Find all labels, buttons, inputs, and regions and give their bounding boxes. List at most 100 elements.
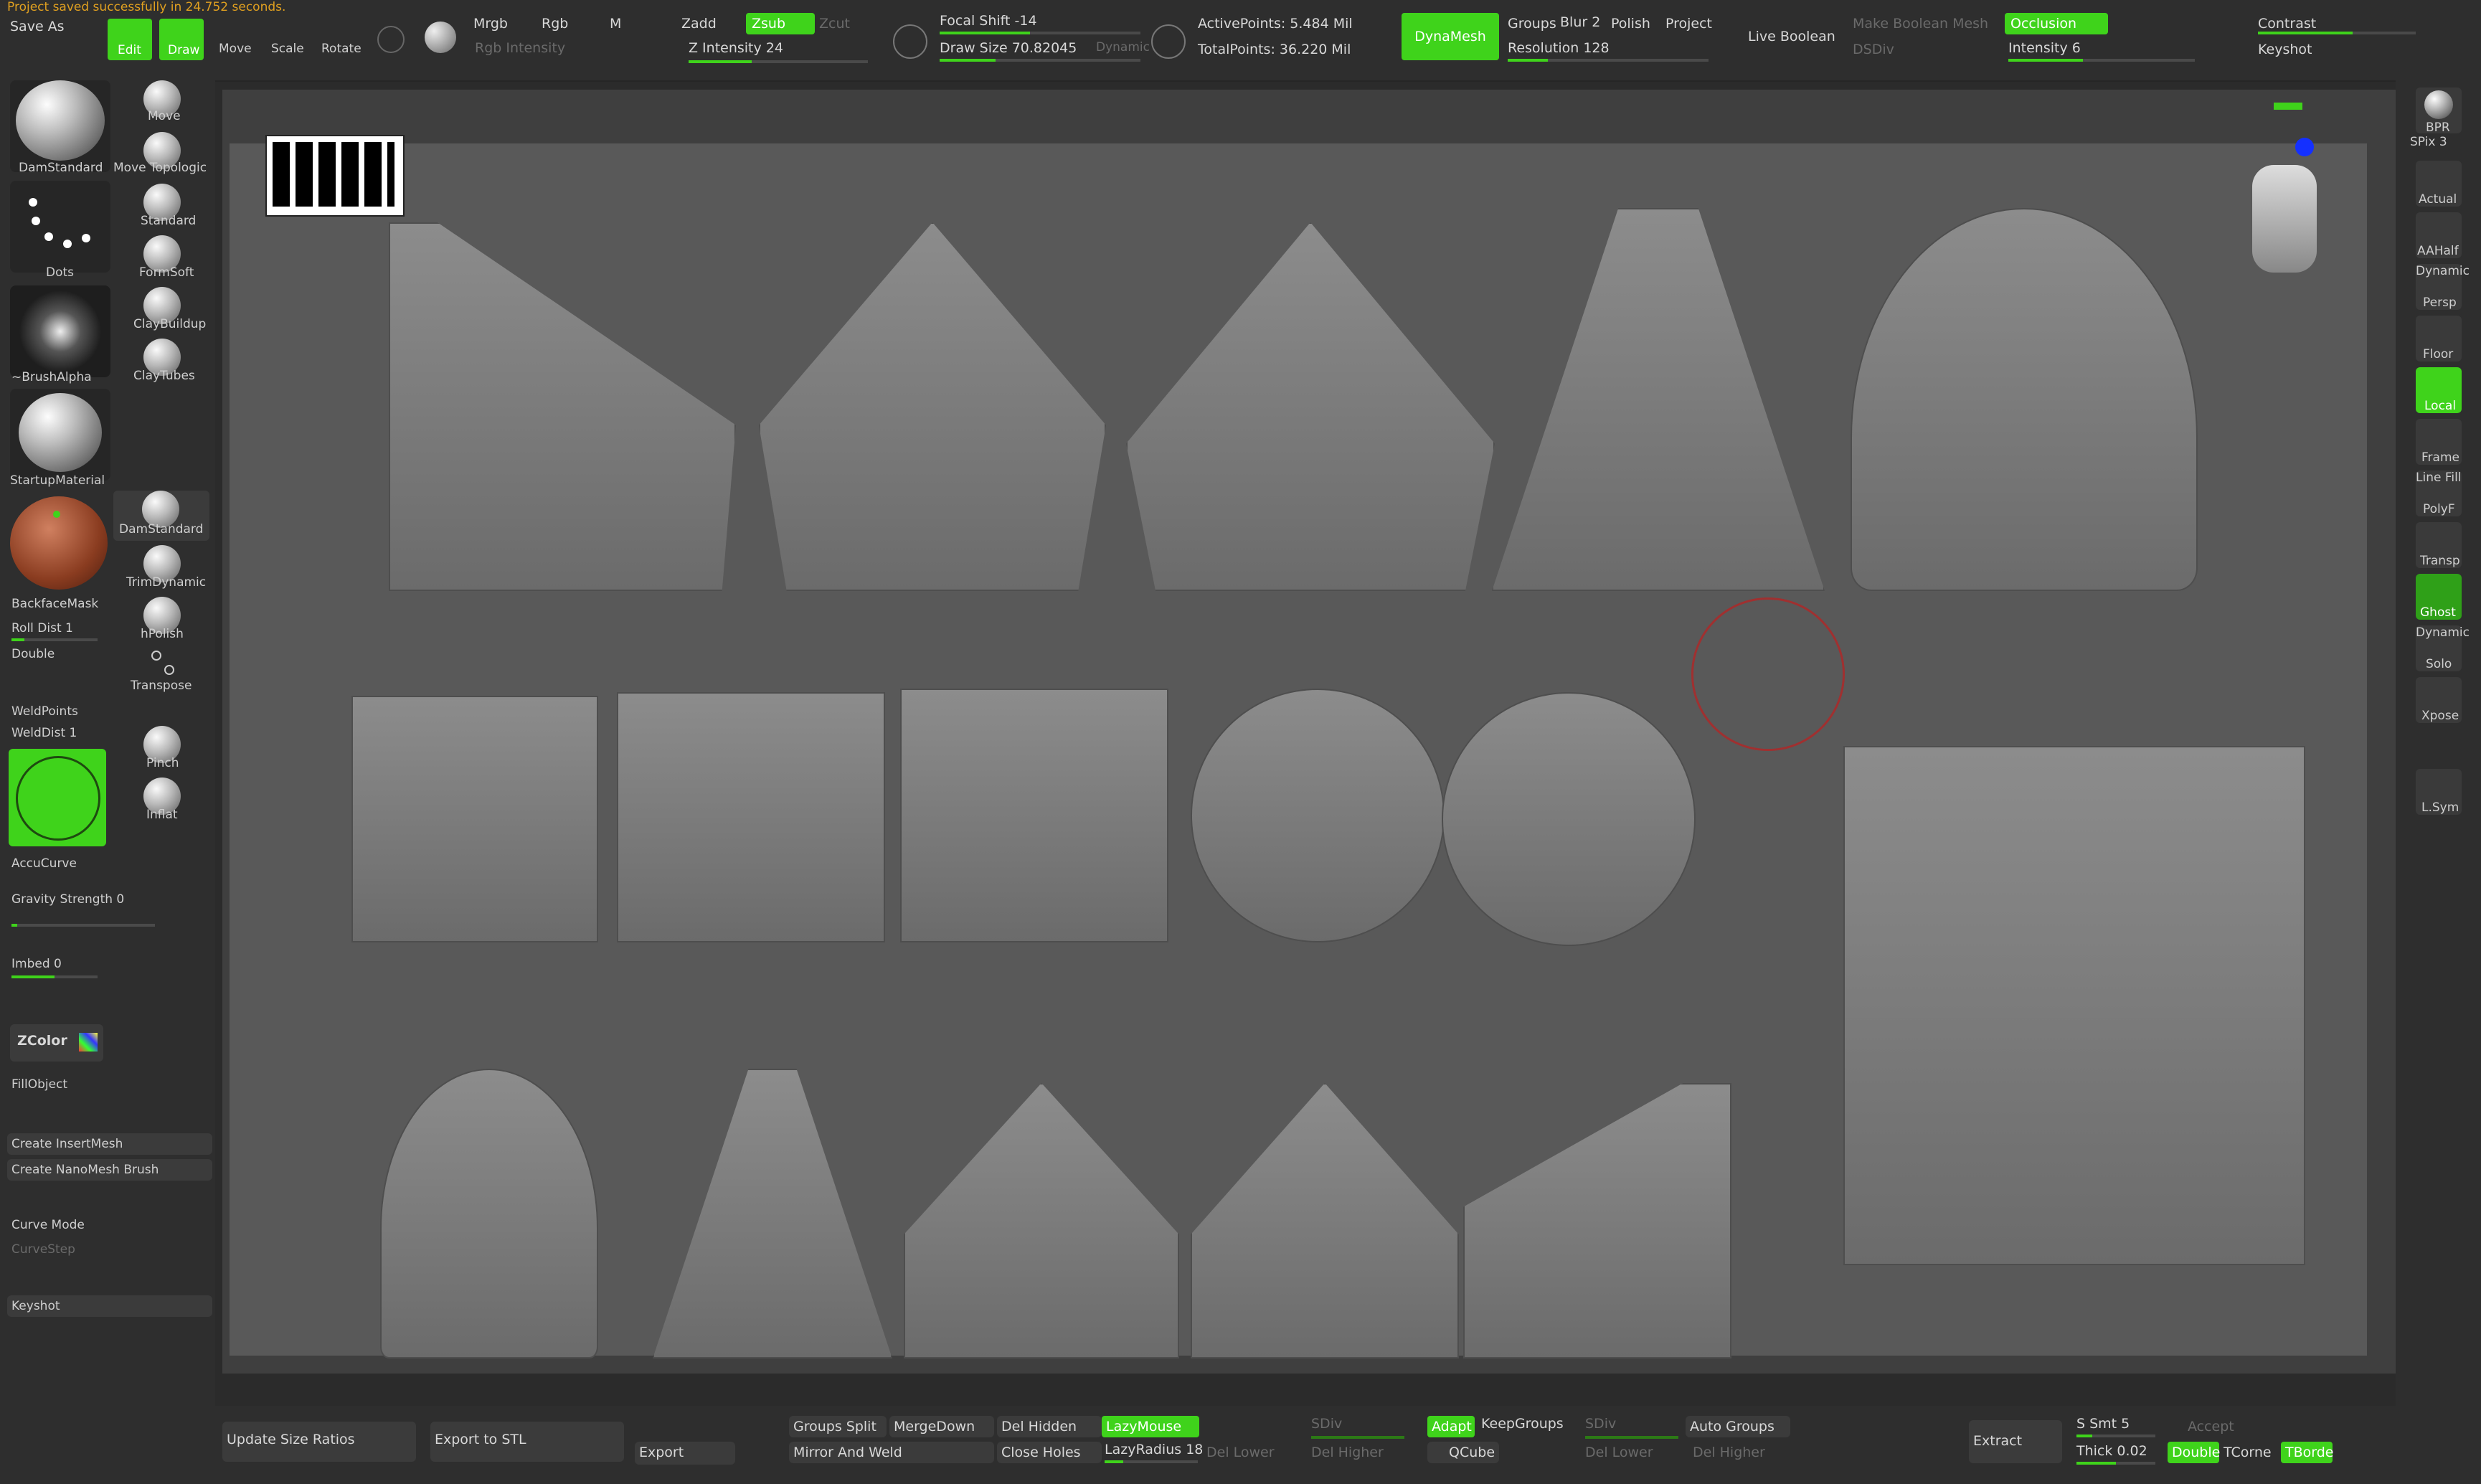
cabin-model-2[interactable] (1126, 222, 1495, 591)
brush-claybuildup[interactable]: ClayBuildup (133, 317, 206, 331)
sdiv2-track[interactable] (1585, 1436, 1678, 1439)
lazy-radius-slider[interactable]: LazyRadius 18 (1105, 1442, 1203, 1457)
color-sphere-icon[interactable] (425, 22, 456, 53)
imbed-track[interactable] (11, 975, 98, 978)
backface-mask-toggle[interactable]: BackfaceMask (11, 597, 98, 611)
scale-tool-button[interactable]: Scale (271, 42, 304, 56)
cabin-back-model[interactable] (904, 1083, 1179, 1358)
dynamic-toggle[interactable]: Dynamic (1096, 40, 1150, 55)
roof-top-model-1[interactable] (351, 696, 598, 942)
edit-tool-button[interactable]: Edit (108, 19, 152, 60)
keyshot-left-button[interactable]: Keyshot (7, 1295, 212, 1317)
tower-top-view-model[interactable] (1191, 689, 1445, 942)
accucurve-button[interactable] (9, 749, 106, 846)
m-button[interactable]: M (610, 16, 621, 32)
dome-house-model[interactable] (1851, 208, 2198, 591)
aahalf-button[interactable]: AAHalf (2416, 212, 2462, 258)
mrgb-button[interactable]: Mrgb (473, 16, 508, 32)
log-cabin-back-model[interactable] (1191, 1083, 1459, 1358)
save-as-button[interactable]: Save As (10, 19, 65, 34)
del-hidden-button[interactable]: Del Hidden (997, 1416, 1102, 1437)
project-button[interactable]: Project (1665, 16, 1712, 32)
brush-claytubes[interactable]: ClayTubes (133, 369, 195, 383)
groups-split-button[interactable]: Groups Split (789, 1416, 887, 1437)
curve-step-slider[interactable]: CurveStep (11, 1242, 75, 1257)
zcut-button[interactable]: Zcut (819, 16, 850, 32)
transpose-icon[interactable] (148, 648, 176, 677)
blur-slider[interactable]: Blur 2 (1560, 14, 1600, 30)
weld-dist-slider[interactable]: WeldDist 1 (11, 726, 77, 740)
spix-slider[interactable]: SPix 3 (2410, 135, 2447, 149)
del-lower2-button[interactable]: Del Lower (1585, 1445, 1653, 1460)
auto-groups-button[interactable]: Auto Groups (1686, 1416, 1790, 1437)
frame-button[interactable]: Frame (2416, 419, 2462, 465)
navigation-figure-icon[interactable] (2252, 165, 2317, 273)
dome-house-perspective-model[interactable] (1843, 746, 2305, 1265)
tcorne-button[interactable]: TCorne (2224, 1445, 2272, 1460)
dome-back-model[interactable] (380, 1069, 598, 1358)
s-smt-slider[interactable]: S Smt 5 (2076, 1416, 2130, 1432)
persp-button[interactable]: Dynamic Persp (2416, 264, 2470, 310)
sdiv2-slider[interactable]: SDiv (1585, 1416, 1616, 1432)
thick-slider[interactable]: Thick 0.02 (2076, 1443, 2147, 1459)
curve-mode-toggle[interactable]: Curve Mode (11, 1218, 85, 1232)
del-higher2-button[interactable]: Del Higher (1693, 1445, 1765, 1460)
focal-shift-icon[interactable] (893, 24, 927, 59)
resolution-track[interactable] (1508, 59, 1709, 62)
z-intensity-track[interactable] (689, 60, 868, 63)
draw-tool-button[interactable]: Draw (159, 19, 204, 60)
contrast-track[interactable] (2258, 32, 2416, 34)
move-tool-button[interactable]: Move (219, 42, 252, 56)
zsub-button[interactable]: Zsub (746, 13, 815, 34)
dynamesh-button[interactable]: DynaMesh (1402, 13, 1499, 60)
lazy-radius-track[interactable] (1105, 1460, 1198, 1463)
tower-back-model[interactable] (653, 1069, 892, 1358)
keyshot-button[interactable]: Keyshot (2258, 42, 2312, 57)
log-cabin-model[interactable] (759, 222, 1106, 591)
polyf-button[interactable]: Line Fill PolyF (2416, 471, 2462, 516)
dome-top-view-model[interactable] (1442, 692, 1696, 946)
del-higher-button[interactable]: Del Higher (1311, 1445, 1384, 1460)
material-thumb[interactable] (10, 389, 110, 481)
focal-shift-slider[interactable]: Focal Shift -14 (940, 13, 1037, 29)
adapt-button[interactable]: Adapt (1427, 1416, 1475, 1437)
brush-trimdynamic[interactable]: TrimDynamic (126, 575, 206, 590)
lsym-button[interactable]: L.Sym (2416, 769, 2462, 815)
accept-button[interactable]: Accept (2188, 1419, 2234, 1435)
lazymouse-button[interactable]: LazyMouse (1102, 1416, 1199, 1437)
qcube-button[interactable]: QCube (1427, 1442, 1499, 1463)
draw-size-icon[interactable] (1151, 24, 1186, 59)
intensity-slider[interactable]: Intensity 6 (2008, 40, 2081, 56)
brush-move[interactable]: Move (148, 109, 181, 123)
gravity-track[interactable] (11, 924, 155, 927)
rgb-button[interactable]: Rgb (542, 16, 568, 32)
z-intensity-slider[interactable]: Z Intensity 24 (689, 40, 783, 56)
brush-formsoft[interactable]: FormSoft (139, 265, 194, 280)
xpose-button[interactable]: Xpose (2416, 677, 2462, 723)
roll-dist-slider[interactable]: Roll Dist 1 (11, 621, 73, 635)
brush-transpose[interactable]: Transpose (131, 679, 192, 693)
roof-top-model-3[interactable] (900, 689, 1168, 942)
merge-down-button[interactable]: MergeDown (889, 1416, 994, 1437)
transp-button[interactable]: Transp (2416, 522, 2462, 568)
del-lower-button[interactable]: Del Lower (1206, 1445, 1275, 1460)
weld-points-toggle[interactable]: WeldPoints (11, 704, 78, 719)
occlusion-button[interactable]: Occlusion (2005, 13, 2108, 34)
rgb-intensity-slider[interactable]: Rgb Intensity (475, 40, 565, 56)
close-holes-button[interactable]: Close Holes (997, 1442, 1102, 1463)
fill-object-button[interactable]: FillObject (11, 1077, 67, 1092)
draw-size-slider[interactable]: Draw Size 70.82045 (940, 40, 1077, 56)
export-button[interactable]: Export (635, 1442, 735, 1465)
gravity-strength-slider[interactable]: Gravity Strength 0 (11, 892, 124, 907)
tborde-button[interactable]: TBorde (2281, 1442, 2334, 1463)
thick-track[interactable] (2076, 1462, 2155, 1465)
roll-dist-track[interactable] (11, 638, 98, 641)
keep-groups-button[interactable]: KeepGroups (1481, 1416, 1564, 1432)
mirror-weld-button[interactable]: Mirror And Weld (789, 1442, 994, 1463)
resolution-slider[interactable]: Resolution 128 (1508, 40, 1610, 56)
solo-button[interactable]: Dynamic Solo (2416, 625, 2470, 671)
tower-model[interactable] (1492, 208, 1825, 591)
double-toggle[interactable]: Double (11, 647, 55, 661)
zcolor-button[interactable]: ZColor (10, 1024, 103, 1062)
contrast-slider[interactable]: Contrast (2258, 16, 2316, 32)
